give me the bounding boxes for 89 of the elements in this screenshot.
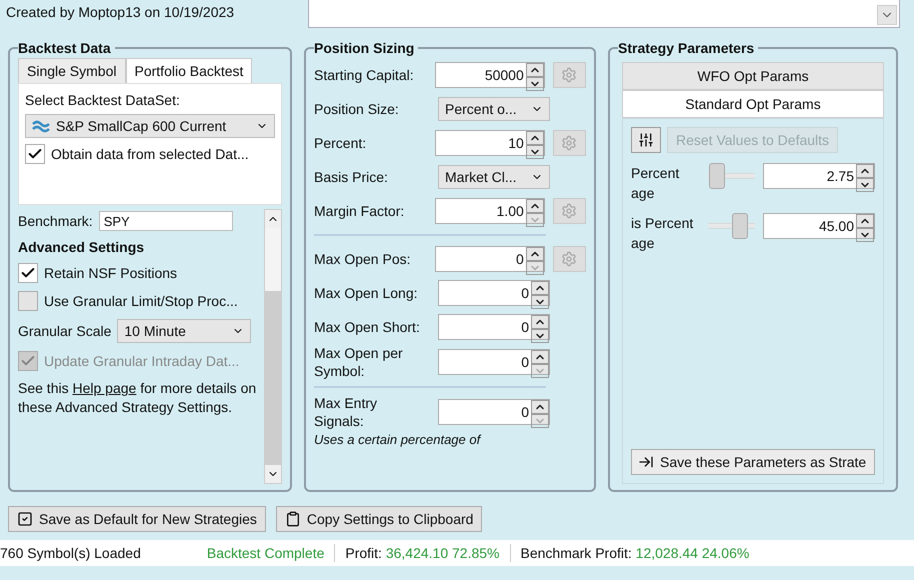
granular-scale-label: Granular Scale — [18, 323, 112, 339]
field-label: Max Open Long: — [314, 284, 419, 302]
checkbox[interactable] — [25, 144, 45, 164]
panel-title: Strategy Parameters — [618, 40, 756, 56]
number-field[interactable]: 1.00 — [435, 198, 545, 224]
number-field[interactable]: 0 — [438, 314, 550, 340]
spin-up-button[interactable] — [531, 281, 549, 295]
save-parameters-button[interactable]: Save these Parameters as Strate — [631, 449, 875, 475]
spin-down-button[interactable] — [856, 178, 874, 192]
gear-icon — [561, 135, 578, 151]
gear-icon — [561, 203, 578, 219]
checkbox-icon — [17, 511, 33, 527]
field-label: Max Open Short: — [314, 318, 421, 336]
checkbox[interactable] — [18, 291, 38, 311]
spin-down-button[interactable] — [526, 77, 544, 91]
copy-settings-button[interactable]: Copy Settings to Clipboard — [276, 506, 482, 532]
spin-up-button[interactable] — [526, 247, 544, 261]
field-label: Percent: — [314, 134, 368, 152]
scrollbar[interactable] — [264, 209, 282, 484]
benchmark-label: Benchmark: — [18, 213, 93, 229]
panel-title: Position Sizing — [314, 40, 416, 56]
number-field[interactable]: 0 — [438, 280, 550, 306]
slider-thumb[interactable] — [709, 163, 726, 189]
gear-icon — [561, 67, 578, 83]
gear-icon — [561, 251, 578, 267]
parameter-label: Percent age — [631, 164, 680, 203]
checkbox-label: Update Granular Intraday Dat... — [44, 353, 240, 369]
benchmark-profit-label: Benchmark Profit: — [520, 545, 632, 561]
save-default-button[interactable]: Save as Default for New Strategies — [8, 506, 266, 532]
field-label: Max Open Pos: — [314, 250, 412, 268]
scrollbar-thumb[interactable] — [265, 228, 281, 292]
benchmark-profit-value: 12,028.44 24.06% — [636, 545, 750, 561]
sliders-button[interactable] — [631, 127, 661, 153]
number-field[interactable]: 0 — [438, 349, 550, 375]
field-label: Starting Capital: — [314, 66, 415, 84]
field-label: Position Size: — [314, 100, 400, 118]
tab[interactable]: Portfolio Backtest — [126, 58, 252, 83]
dataset-dropdown[interactable]: S&P SmallCap 600 Current — [25, 114, 275, 138]
number-field[interactable]: 0 — [435, 246, 545, 272]
created-by-text: Created by Moptop13 on 10/19/2023 — [6, 4, 234, 22]
checkbox[interactable] — [18, 263, 38, 283]
spin-up-button[interactable] — [531, 400, 549, 414]
granular-scale-dropdown[interactable]: 10 Minute — [117, 319, 252, 343]
help-text: See this Help page for more details on these Advanced Strategy Settings. — [18, 379, 258, 417]
description-text: Uses a certain percentage of — [314, 432, 482, 448]
spin-up-button[interactable] — [526, 199, 544, 213]
field-label: Max Entry Signals: — [314, 394, 378, 430]
number-field[interactable]: 2.75 — [763, 163, 875, 189]
number-field[interactable]: 10 — [435, 130, 545, 156]
checkbox-label: Obtain data from selected Dat... — [51, 146, 249, 162]
number-field[interactable]: 45.00 — [763, 213, 875, 239]
dropdown[interactable]: Market Cl... — [438, 165, 550, 189]
dropdown[interactable]: Percent o... — [438, 97, 550, 121]
benchmark-field[interactable]: SPY — [98, 211, 233, 231]
spin-up-button[interactable] — [526, 131, 544, 145]
dataset-label: Select Backtest DataSet: — [25, 92, 181, 108]
scroll-down-button[interactable] — [877, 5, 897, 25]
clipboard-icon — [284, 511, 301, 527]
tab[interactable]: Standard Opt Params — [622, 90, 884, 118]
checkbox-label: Retain NSF Positions — [44, 265, 178, 281]
help-link[interactable]: Help page — [72, 380, 136, 396]
spin-up-button[interactable] — [531, 350, 549, 364]
panel-title: Backtest Data — [18, 40, 112, 56]
tab[interactable]: Single Symbol — [18, 58, 126, 83]
slider-thumb[interactable] — [732, 213, 748, 239]
field-label: Max Open per Symbol: — [314, 344, 404, 380]
spin-up-button[interactable] — [531, 315, 549, 329]
checkbox-label: Use Granular Limit/Stop Proc... — [44, 293, 238, 309]
spin-up-button[interactable] — [526, 63, 544, 77]
field-label: Basis Price: — [314, 168, 389, 186]
spin-down-button[interactable] — [856, 228, 874, 242]
status-text: Backtest Complete — [206, 545, 324, 561]
spin-down-button[interactable] — [531, 295, 549, 309]
profit-label: Profit: — [345, 545, 382, 561]
spin-down-button[interactable] — [531, 329, 549, 343]
spin-up-button[interactable] — [856, 214, 874, 228]
section-heading: Advanced Settings — [18, 239, 146, 255]
parameter-label: is Percent age — [631, 214, 694, 253]
number-field[interactable]: 50000 — [435, 62, 545, 88]
arrow-to-line-icon — [638, 454, 654, 470]
tab[interactable]: WFO Opt Params — [622, 62, 884, 90]
spin-down-button[interactable] — [526, 145, 544, 159]
symbols-loaded-text: 760 Symbol(s) Loaded — [0, 545, 141, 561]
field-label: Margin Factor: — [314, 202, 406, 220]
spin-up-button[interactable] — [856, 164, 874, 178]
waves-icon — [32, 119, 50, 133]
sliders-icon — [638, 132, 654, 148]
number-field[interactable]: 0 — [438, 399, 550, 425]
profit-value: 36,424.10 72.85% — [386, 545, 500, 561]
